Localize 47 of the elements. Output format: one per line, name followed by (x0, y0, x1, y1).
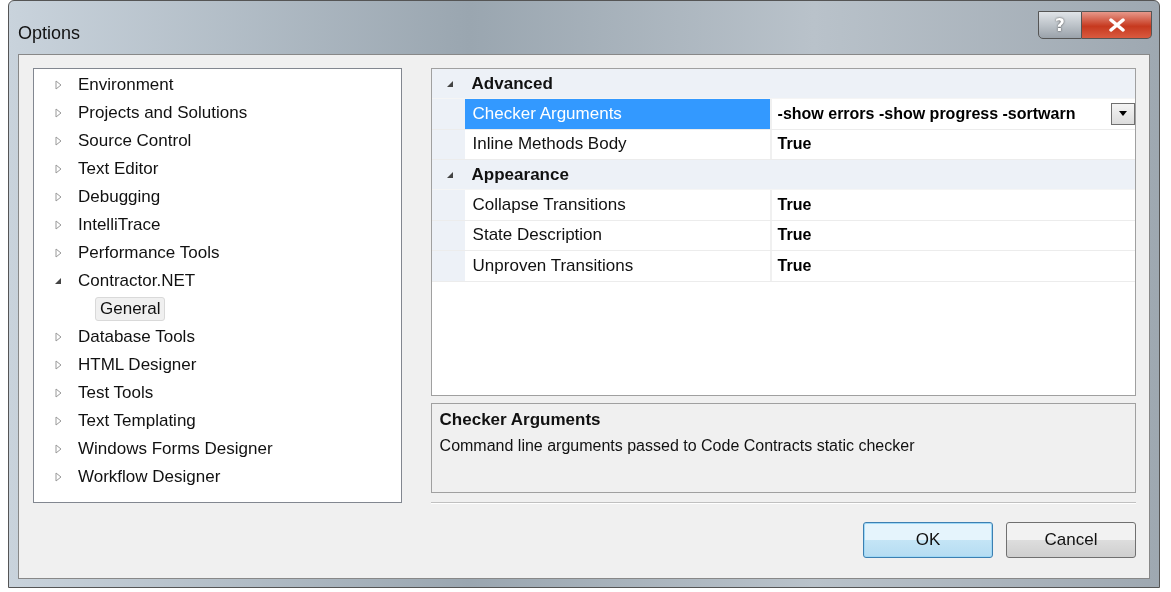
property-name[interactable]: Unproven Transitions (464, 251, 772, 281)
tree-item[interactable]: Source Control (73, 129, 197, 153)
tree-item[interactable]: Environment (73, 73, 179, 97)
expand-triangle-icon[interactable] (52, 191, 64, 203)
expand-triangle-icon[interactable] (52, 415, 64, 427)
property-value[interactable]: True (771, 135, 1135, 154)
tree-item[interactable]: General (95, 297, 166, 321)
tree-item[interactable]: Windows Forms Designer (73, 437, 278, 461)
tree-item[interactable]: Test Tools (73, 381, 159, 405)
description-text: Command line arguments passed to Code Contracts static checker (439, 437, 916, 455)
expand-triangle-icon[interactable] (52, 471, 64, 483)
expand-triangle-icon[interactable] (52, 163, 64, 175)
tree-item[interactable]: Workflow Designer (73, 465, 226, 489)
property-value[interactable]: True (771, 256, 1135, 275)
dropdown-button[interactable] (1111, 102, 1135, 125)
caret-icon (1118, 110, 1128, 117)
tree-item[interactable]: Text Templating (73, 409, 201, 433)
expand-triangle-icon[interactable] (52, 107, 64, 119)
category-header: Advanced (471, 73, 553, 94)
tree-item[interactable]: Performance Tools (73, 241, 225, 265)
close-button[interactable] (1082, 11, 1152, 39)
ok-button[interactable]: OK (863, 522, 993, 558)
property-name[interactable]: State Description (464, 220, 772, 250)
expand-triangle-icon[interactable] (52, 135, 64, 147)
tree-item[interactable]: Debugging (73, 185, 166, 209)
tree-item[interactable]: Database Tools (73, 325, 200, 349)
expand-triangle-icon[interactable] (52, 443, 64, 455)
tree-item[interactable]: Text Editor (73, 157, 164, 181)
expand-triangle-icon[interactable] (52, 387, 64, 399)
tree-item[interactable]: Contractor.NET (73, 269, 201, 293)
tree-item[interactable]: HTML Designer (73, 353, 202, 377)
property-value[interactable]: -show errors -show progress -sortwarn (771, 104, 1111, 123)
expand-triangle-icon[interactable] (52, 79, 64, 91)
description-title: Checker Arguments (439, 410, 602, 430)
tree-item[interactable]: IntelliTrace (73, 213, 166, 237)
expand-triangle-icon[interactable] (52, 219, 64, 231)
expand-triangle-icon[interactable] (52, 247, 64, 259)
expand-triangle-icon[interactable] (52, 331, 64, 343)
window-title: Options (18, 23, 81, 44)
expand-triangle-icon[interactable] (52, 359, 64, 371)
property-name[interactable]: Collapse Transitions (464, 190, 772, 220)
close-icon (1107, 18, 1126, 32)
category-header: Appearance (471, 164, 569, 185)
property-value[interactable]: True (771, 226, 1135, 245)
tree-item[interactable]: Projects and Solutions (73, 101, 253, 125)
property-value[interactable]: True (771, 195, 1135, 214)
cancel-button[interactable]: Cancel (1006, 522, 1136, 558)
